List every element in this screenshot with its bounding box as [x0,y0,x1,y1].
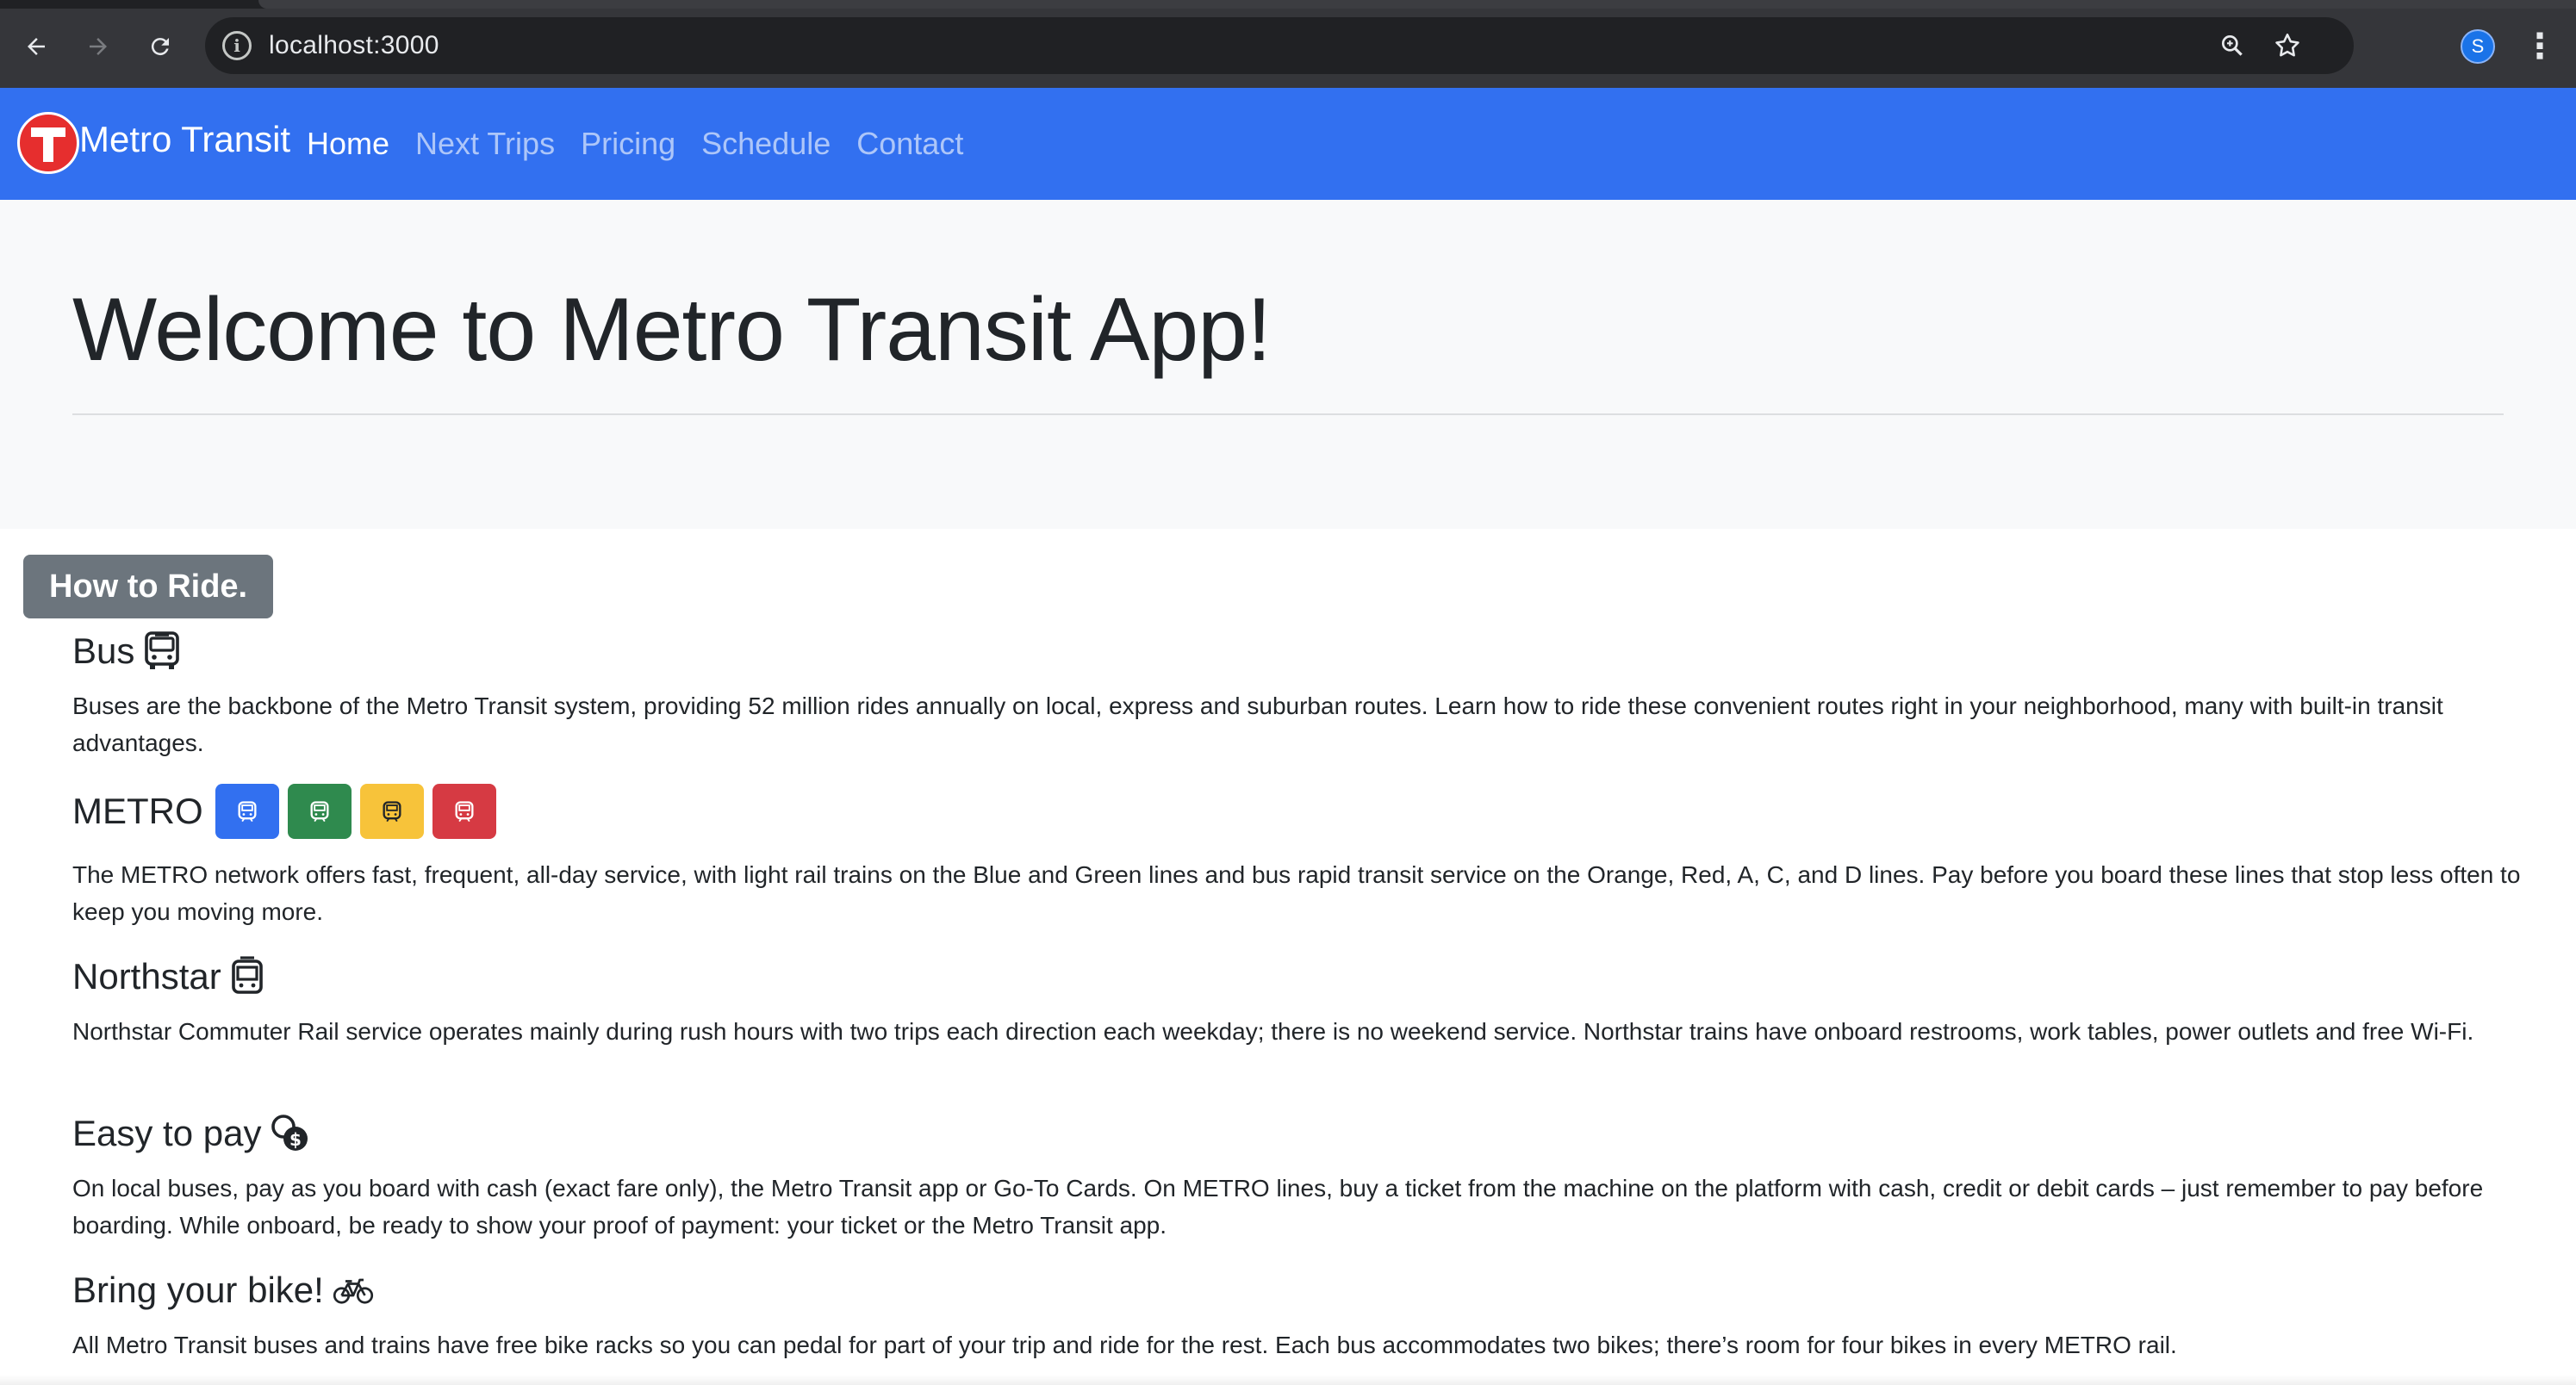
section-title-bus: Bus [72,630,181,672]
bicycle-icon [333,1278,373,1304]
kebab-menu-icon[interactable]: ⋮ [2523,26,2557,67]
profile-avatar[interactable]: S [2461,29,2495,64]
hero-section: Welcome to Metro Transit App! [0,200,2576,529]
section-text-bike: All Metro Transit buses and trains have … [72,1332,2177,1358]
nav-link-next-trips[interactable]: Next Trips [415,126,555,162]
section-title-metro: METRO [72,784,496,839]
app-navbar: Metro Transit Home Next Trips Pricing Sc… [0,88,2576,200]
metro-red-line-badge [432,784,496,839]
section-text-bus: Buses are the backbone of the Metro Tran… [72,692,2443,756]
coins-icon: $ [271,1115,308,1151]
how-to-ride-badge: How to Ride. [23,555,274,618]
section-title-easy-to-pay: Easy to pay $ [72,1113,311,1154]
address-bar[interactable]: i localhost:3000 [205,17,2354,74]
active-tab-edge [258,0,2576,9]
page-title: Welcome to Metro Transit App! [72,280,1272,380]
nav-link-home[interactable]: Home [307,126,389,162]
back-button[interactable] [16,26,57,67]
back-arrow-icon [28,38,45,55]
browser-chrome: i localhost:3000 S ⋮ [0,0,2576,88]
forward-button[interactable] [78,26,119,67]
section-title-bike: Bring your bike! [72,1270,374,1311]
nav-links: Home Next Trips Pricing Schedule Contact [307,126,963,162]
section-text-easy-to-pay: On local buses, pay as you board with ca… [72,1175,2484,1239]
brand-name[interactable]: Metro Transit [79,119,290,160]
bottom-shadow [0,1375,2576,1385]
metro-blue-line-badge [215,784,279,839]
nav-link-pricing[interactable]: Pricing [581,126,675,162]
reload-icon [151,38,169,56]
bus-icon [145,631,180,669]
reload-button[interactable] [140,26,181,67]
metro-transit-logo[interactable] [17,112,79,174]
metro-green-line-badge [287,784,352,839]
train-icon [231,956,263,994]
section-text-northstar: Northstar Commuter Rail service operates… [72,1018,2474,1045]
metro-bus-icon [383,801,401,823]
nav-link-schedule[interactable]: Schedule [701,126,831,162]
metro-line-badges [215,784,496,839]
metro-orange-line-badge [359,784,424,839]
metro-train-icon [238,801,257,823]
zoom-icon[interactable] [2214,28,2250,64]
info-icon[interactable]: i [222,31,252,60]
metro-bus-icon [455,801,474,823]
star-icon[interactable] [2269,28,2305,64]
nav-link-contact[interactable]: Contact [856,126,963,162]
hero-divider [72,413,2504,415]
forward-arrow-icon [90,38,107,55]
metro-train-icon [310,801,329,823]
url-text[interactable]: localhost:3000 [269,31,439,60]
section-text-metro: The METRO network offers fast, frequent,… [72,861,2521,925]
section-title-northstar: Northstar [72,956,264,997]
svg-text:$: $ [290,1129,302,1150]
